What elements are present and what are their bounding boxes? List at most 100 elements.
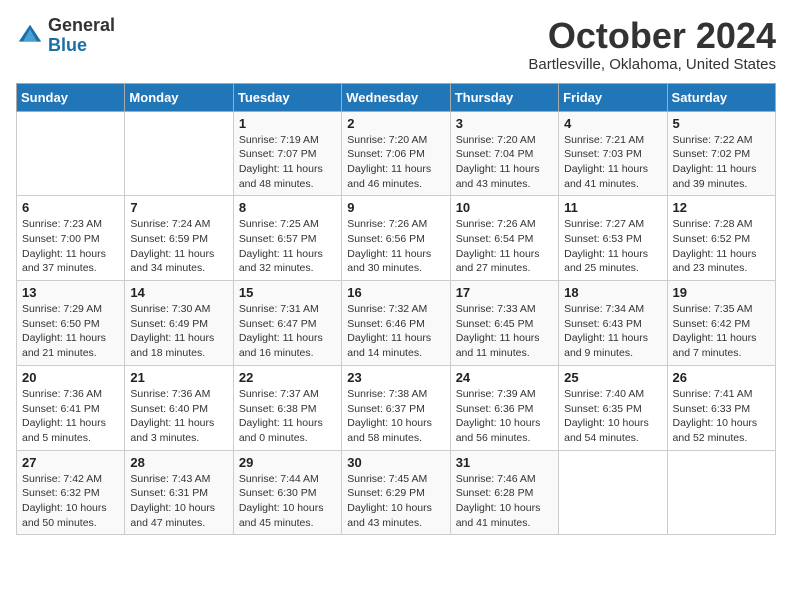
calendar-cell: 2Sunrise: 7:20 AM Sunset: 7:06 PM Daylig… <box>342 111 450 196</box>
day-info: Sunrise: 7:46 AM Sunset: 6:28 PM Dayligh… <box>456 472 553 531</box>
day-info: Sunrise: 7:36 AM Sunset: 6:41 PM Dayligh… <box>22 387 119 446</box>
day-info: Sunrise: 7:28 AM Sunset: 6:52 PM Dayligh… <box>673 217 770 276</box>
calendar-cell: 23 Sunrise: 7:38 AM Sunset: 6:37 PM Dayli… <box>342 365 450 450</box>
calendar-cell: 15Sunrise: 7:31 AM Sunset: 6:47 PM Dayli… <box>233 281 341 366</box>
day-number: 18 <box>564 285 661 300</box>
day-info: Sunrise: 7:41 AM Sunset: 6:33 PM Dayligh… <box>673 387 770 446</box>
calendar-cell <box>667 450 775 535</box>
day-info: Sunrise: 7:38 AM Sunset: 6:37 PM Dayligh… <box>347 387 444 446</box>
day-number: 21 <box>130 370 227 385</box>
calendar-cell: 27 Sunrise: 7:42 AM Sunset: 6:32 PM Dayli… <box>17 450 125 535</box>
calendar-cell: 9 Sunrise: 7:26 AM Sunset: 6:56 PM Daylig… <box>342 196 450 281</box>
calendar-week-3: 20 Sunrise: 7:36 AM Sunset: 6:41 PM Dayli… <box>17 365 776 450</box>
day-info: Sunrise: 7:25 AM Sunset: 6:57 PM Dayligh… <box>239 217 336 276</box>
calendar-cell: 21 Sunrise: 7:36 AM Sunset: 6:40 PM Dayli… <box>125 365 233 450</box>
day-info: Sunrise: 7:42 AM Sunset: 6:32 PM Dayligh… <box>22 472 119 531</box>
day-info: Sunrise: 7:31 AM Sunset: 6:47 PM Dayligh… <box>239 302 336 361</box>
logo-text: General Blue <box>48 16 115 56</box>
day-info: Sunrise: 7:29 AM Sunset: 6:50 PM Dayligh… <box>22 302 119 361</box>
day-info: Sunrise: 7:26 AM Sunset: 6:54 PM Dayligh… <box>456 217 553 276</box>
calendar-cell: 25 Sunrise: 7:40 AM Sunset: 6:35 PM Dayli… <box>559 365 667 450</box>
calendar-cell: 6Sunrise: 7:23 AM Sunset: 7:00 PM Daylig… <box>17 196 125 281</box>
day-info: Sunrise: 7:45 AM Sunset: 6:29 PM Dayligh… <box>347 472 444 531</box>
day-info: Sunrise: 7:21 AM Sunset: 7:03 PM Dayligh… <box>564 133 661 192</box>
calendar-cell: 20 Sunrise: 7:36 AM Sunset: 6:41 PM Dayli… <box>17 365 125 450</box>
calendar-week-0: 1Sunrise: 7:19 AM Sunset: 7:07 PM Daylig… <box>17 111 776 196</box>
day-info: Sunrise: 7:26 AM Sunset: 6:56 PM Dayligh… <box>347 217 444 276</box>
day-number: 9 <box>347 200 444 215</box>
day-number: 8 <box>239 200 336 215</box>
day-header-tuesday: Tuesday <box>233 83 341 111</box>
day-info: Sunrise: 7:20 AM Sunset: 7:04 PM Dayligh… <box>456 133 553 192</box>
day-number: 23 <box>347 370 444 385</box>
day-info: Sunrise: 7:44 AM Sunset: 6:30 PM Dayligh… <box>239 472 336 531</box>
calendar-cell: 17 Sunrise: 7:33 AM Sunset: 6:45 PM Dayli… <box>450 281 558 366</box>
calendar-cell: 3Sunrise: 7:20 AM Sunset: 7:04 PM Daylig… <box>450 111 558 196</box>
day-number: 17 <box>456 285 553 300</box>
calendar-cell: 10 Sunrise: 7:26 AM Sunset: 6:54 PM Dayli… <box>450 196 558 281</box>
calendar-cell: 22Sunrise: 7:37 AM Sunset: 6:38 PM Dayli… <box>233 365 341 450</box>
day-info: Sunrise: 7:32 AM Sunset: 6:46 PM Dayligh… <box>347 302 444 361</box>
calendar-cell: 26 Sunrise: 7:41 AM Sunset: 6:33 PM Dayli… <box>667 365 775 450</box>
day-info: Sunrise: 7:34 AM Sunset: 6:43 PM Dayligh… <box>564 302 661 361</box>
day-number: 31 <box>456 455 553 470</box>
day-info: Sunrise: 7:40 AM Sunset: 6:35 PM Dayligh… <box>564 387 661 446</box>
location: Bartlesville, Oklahoma, United States <box>528 56 776 73</box>
logo-blue: Blue <box>48 35 87 55</box>
calendar-cell <box>125 111 233 196</box>
calendar-cell: 12 Sunrise: 7:28 AM Sunset: 6:52 PM Dayli… <box>667 196 775 281</box>
day-number: 14 <box>130 285 227 300</box>
logo: General Blue <box>16 16 115 56</box>
calendar-cell: 4Sunrise: 7:21 AM Sunset: 7:03 PM Daylig… <box>559 111 667 196</box>
day-header-wednesday: Wednesday <box>342 83 450 111</box>
day-number: 11 <box>564 200 661 215</box>
day-number: 10 <box>456 200 553 215</box>
day-info: Sunrise: 7:36 AM Sunset: 6:40 PM Dayligh… <box>130 387 227 446</box>
day-info: Sunrise: 7:24 AM Sunset: 6:59 PM Dayligh… <box>130 217 227 276</box>
calendar-cell: 7Sunrise: 7:24 AM Sunset: 6:59 PM Daylig… <box>125 196 233 281</box>
day-number: 12 <box>673 200 770 215</box>
day-number: 26 <box>673 370 770 385</box>
day-number: 25 <box>564 370 661 385</box>
calendar-cell: 28Sunrise: 7:43 AM Sunset: 6:31 PM Dayli… <box>125 450 233 535</box>
calendar-table: SundayMondayTuesdayWednesdayThursdayFrid… <box>16 83 776 536</box>
day-number: 13 <box>22 285 119 300</box>
day-header-thursday: Thursday <box>450 83 558 111</box>
calendar-cell: 19Sunrise: 7:35 AM Sunset: 6:42 PM Dayli… <box>667 281 775 366</box>
calendar-cell: 18 Sunrise: 7:34 AM Sunset: 6:43 PM Dayli… <box>559 281 667 366</box>
day-number: 5 <box>673 116 770 131</box>
calendar-cell: 14Sunrise: 7:30 AM Sunset: 6:49 PM Dayli… <box>125 281 233 366</box>
calendar-cell: 11 Sunrise: 7:27 AM Sunset: 6:53 PM Dayli… <box>559 196 667 281</box>
day-info: Sunrise: 7:22 AM Sunset: 7:02 PM Dayligh… <box>673 133 770 192</box>
calendar-cell: 5 Sunrise: 7:22 AM Sunset: 7:02 PM Daylig… <box>667 111 775 196</box>
title-block: October 2024 Bartlesville, Oklahoma, Uni… <box>528 16 776 73</box>
day-number: 27 <box>22 455 119 470</box>
calendar-cell <box>17 111 125 196</box>
day-info: Sunrise: 7:27 AM Sunset: 6:53 PM Dayligh… <box>564 217 661 276</box>
calendar-cell: 29Sunrise: 7:44 AM Sunset: 6:30 PM Dayli… <box>233 450 341 535</box>
day-info: Sunrise: 7:33 AM Sunset: 6:45 PM Dayligh… <box>456 302 553 361</box>
calendar-header-row: SundayMondayTuesdayWednesdayThursdayFrid… <box>17 83 776 111</box>
day-header-sunday: Sunday <box>17 83 125 111</box>
day-number: 19 <box>673 285 770 300</box>
calendar-cell: 31 Sunrise: 7:46 AM Sunset: 6:28 PM Dayli… <box>450 450 558 535</box>
day-number: 30 <box>347 455 444 470</box>
month-title: October 2024 <box>528 16 776 56</box>
day-info: Sunrise: 7:39 AM Sunset: 6:36 PM Dayligh… <box>456 387 553 446</box>
calendar-week-1: 6Sunrise: 7:23 AM Sunset: 7:00 PM Daylig… <box>17 196 776 281</box>
calendar-cell: 24Sunrise: 7:39 AM Sunset: 6:36 PM Dayli… <box>450 365 558 450</box>
calendar-week-4: 27 Sunrise: 7:42 AM Sunset: 6:32 PM Dayli… <box>17 450 776 535</box>
day-number: 1 <box>239 116 336 131</box>
calendar-week-2: 13 Sunrise: 7:29 AM Sunset: 6:50 PM Dayli… <box>17 281 776 366</box>
calendar-cell <box>559 450 667 535</box>
calendar-cell: 8 Sunrise: 7:25 AM Sunset: 6:57 PM Daylig… <box>233 196 341 281</box>
calendar-cell: 13 Sunrise: 7:29 AM Sunset: 6:50 PM Dayli… <box>17 281 125 366</box>
day-number: 22 <box>239 370 336 385</box>
day-number: 28 <box>130 455 227 470</box>
day-number: 16 <box>347 285 444 300</box>
calendar-cell: 16 Sunrise: 7:32 AM Sunset: 6:46 PM Dayli… <box>342 281 450 366</box>
day-header-monday: Monday <box>125 83 233 111</box>
day-number: 2 <box>347 116 444 131</box>
day-number: 20 <box>22 370 119 385</box>
day-number: 6 <box>22 200 119 215</box>
